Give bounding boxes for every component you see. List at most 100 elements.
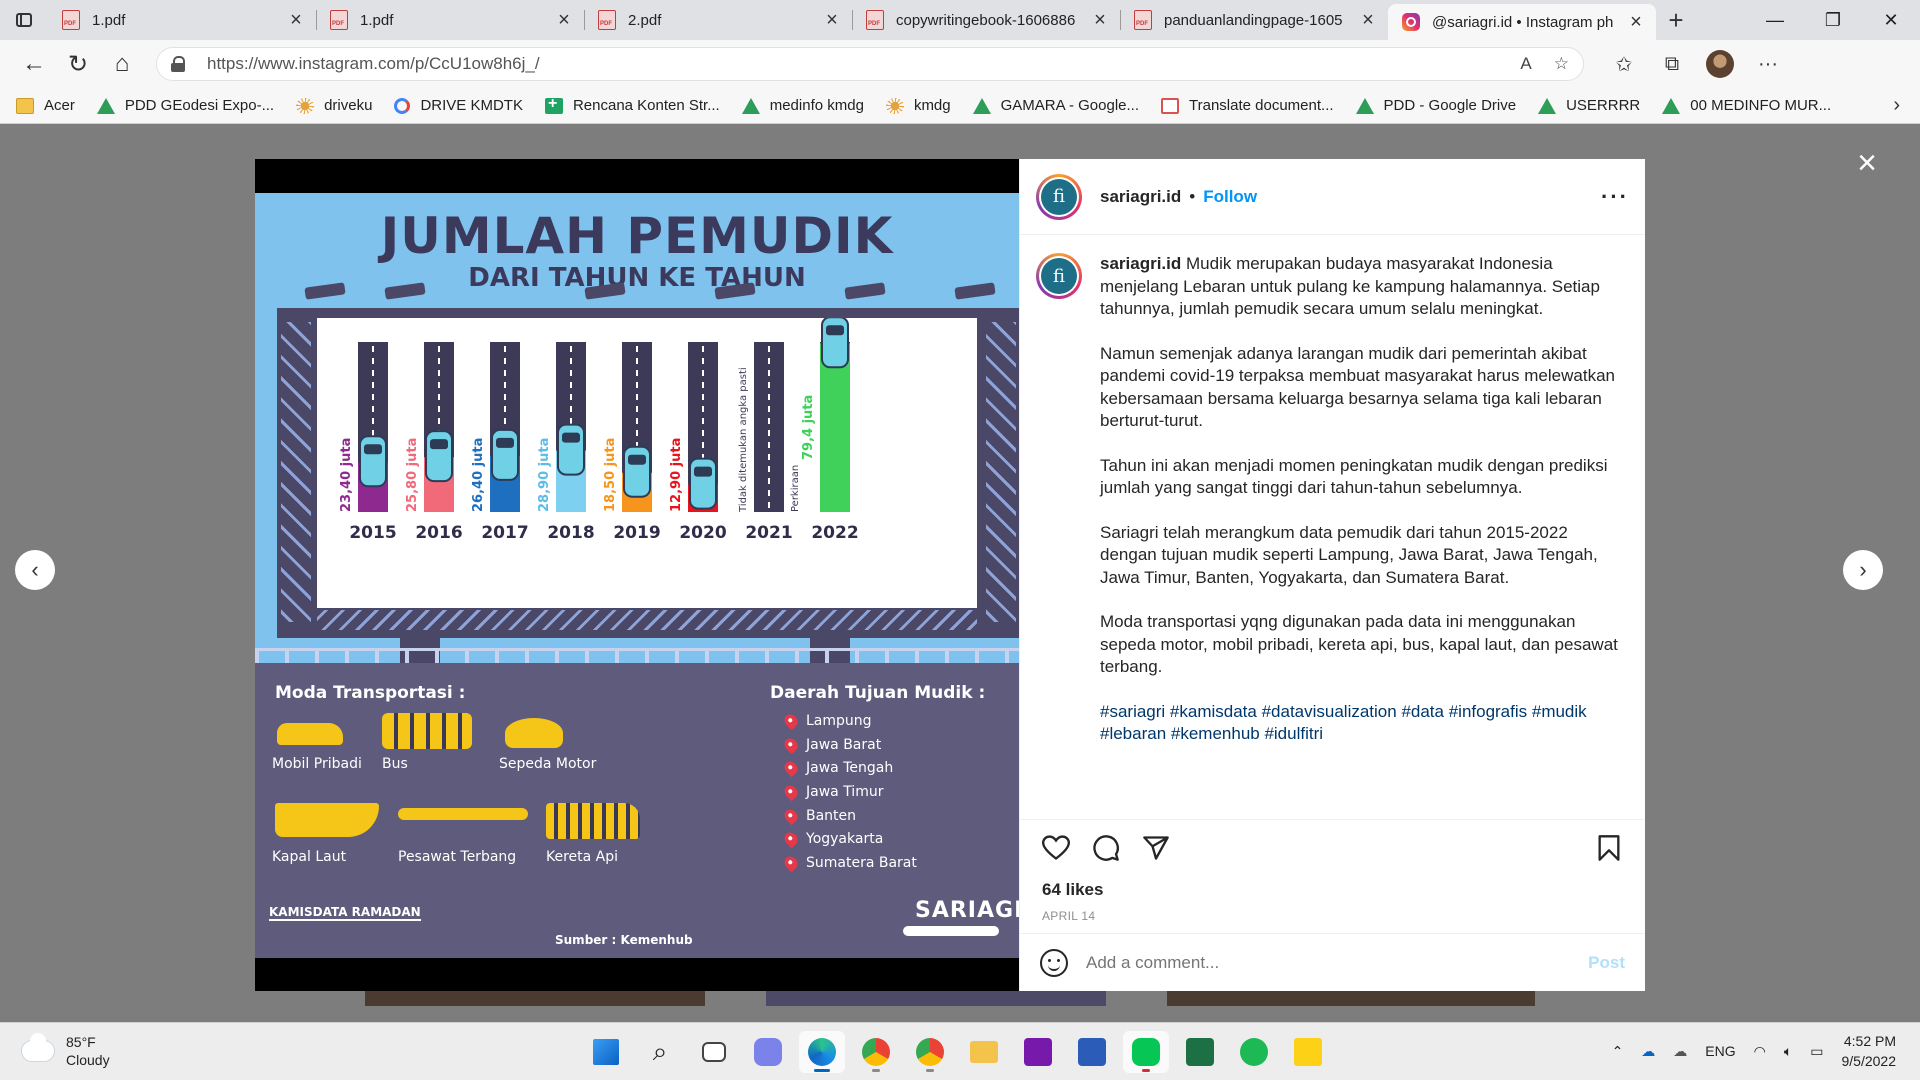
year-label: 2019 — [613, 523, 660, 543]
sticky-notes-app[interactable] — [1285, 1031, 1331, 1073]
weather-widget[interactable]: 85°F Cloudy — [22, 1033, 110, 1069]
word-app[interactable] — [1069, 1031, 1115, 1073]
minimize-button[interactable]: — — [1746, 0, 1804, 40]
bookmark-label: driveku — [324, 97, 373, 114]
read-aloud-icon[interactable]: A — [1520, 54, 1531, 74]
back-button[interactable]: ← — [12, 44, 56, 84]
avatar[interactable]: fi — [1036, 253, 1082, 299]
volume-icon[interactable]: 🔈︎ — [1784, 1043, 1792, 1060]
close-tab-icon[interactable]: × — [822, 9, 842, 32]
avatar[interactable]: fi — [1036, 173, 1082, 220]
car-windshield — [496, 437, 514, 448]
weather-condition: Cloudy — [66, 1052, 110, 1068]
follow-button[interactable]: Follow — [1203, 187, 1257, 207]
car-icon — [359, 435, 387, 488]
caption-area: fi sariagri.id Mudik merupakan budaya ma… — [1020, 235, 1645, 819]
battery-icon[interactable]: ▭ — [1810, 1043, 1823, 1060]
close-tab-icon[interactable]: × — [1358, 9, 1378, 32]
bookmark-item[interactable]: kmdg — [885, 97, 951, 114]
language-indicator[interactable]: ENG — [1705, 1043, 1735, 1059]
infographic-title: JUMLAH PEMUDIK — [380, 207, 894, 265]
close-window-button[interactable]: ✕ — [1862, 0, 1920, 40]
refresh-button[interactable]: ↻ — [56, 44, 100, 84]
edge-app[interactable] — [799, 1031, 845, 1073]
file-explorer-app[interactable] — [961, 1031, 1007, 1073]
chevron-right-icon[interactable]: › — [1893, 94, 1900, 117]
chevron-left-icon: ‹ — [31, 557, 39, 582]
tab-title: 1.pdf — [360, 11, 394, 29]
teams-chat-button[interactable] — [745, 1031, 791, 1073]
emoji-icon[interactable] — [1040, 948, 1068, 977]
comment-button[interactable] — [1086, 828, 1126, 868]
onenote-icon — [1024, 1038, 1052, 1066]
close-modal-icon[interactable]: × — [1852, 146, 1882, 180]
browser-tab[interactable]: copywritingebook-1606886 × — [852, 0, 1120, 40]
more-options-icon[interactable]: ··· — [1601, 184, 1629, 210]
post-comment-button[interactable]: Post — [1588, 953, 1625, 973]
excel-app[interactable] — [1177, 1031, 1223, 1073]
onenote-app[interactable] — [1015, 1031, 1061, 1073]
add-favorite-icon[interactable]: ☆ — [1554, 54, 1569, 74]
post-date: APRIL 14 — [1042, 909, 1096, 923]
bookmark-item[interactable]: GAMARA - Google... — [972, 97, 1139, 114]
bookmark-item[interactable]: medinfo kmdg — [741, 97, 864, 114]
browser-tab[interactable]: 1.pdf × — [316, 0, 584, 40]
cloud-sync-icon[interactable]: ☁ — [1673, 1043, 1687, 1060]
save-button[interactable] — [1589, 828, 1629, 868]
close-tab-icon[interactable]: × — [1090, 9, 1110, 32]
share-button[interactable] — [1136, 828, 1176, 868]
search-button[interactable]: ⌕ — [637, 1031, 683, 1073]
bookmark-item[interactable]: Translate document... — [1161, 97, 1334, 114]
bookmark-item[interactable]: driveku — [296, 97, 372, 114]
bookmark-item[interactable]: Acer — [16, 97, 75, 114]
bookmark-item[interactable]: DRIVE KMDTK — [394, 97, 523, 114]
infographic-subtitle: DARI TAHUN KE TAHUN — [468, 263, 806, 293]
tab-actions-button[interactable] — [0, 0, 48, 40]
start-button[interactable] — [583, 1031, 629, 1073]
bookmark-item[interactable]: PDD GEodesi Expo-... — [96, 97, 274, 114]
new-tab-button[interactable]: + — [1656, 0, 1696, 40]
chrome-app[interactable] — [853, 1031, 899, 1073]
profile-button[interactable] — [1698, 46, 1742, 82]
username-link[interactable]: sariagri.id — [1100, 187, 1181, 207]
browser-tab[interactable]: 2.pdf × — [584, 0, 852, 40]
onedrive-icon[interactable]: ☁ — [1641, 1043, 1655, 1060]
restore-button[interactable]: ❐ — [1804, 0, 1862, 40]
wifi-icon[interactable]: ◠ — [1754, 1043, 1766, 1060]
browser-tab-active[interactable]: @sariagri.id • Instagram ph × — [1388, 4, 1656, 40]
close-tab-icon[interactable]: × — [554, 9, 574, 32]
clock[interactable]: 4:52 PM 9/5/2022 — [1842, 1031, 1897, 1071]
transport-heading: Moda Transportasi : — [275, 683, 466, 703]
settings-more-icon[interactable]: ··· — [1746, 46, 1790, 82]
comment-input[interactable] — [1086, 952, 1589, 973]
heart-icon — [1042, 834, 1070, 860]
close-tab-icon[interactable]: × — [1626, 11, 1646, 34]
caption-username[interactable]: sariagri.id — [1100, 254, 1181, 273]
hashtags[interactable]: #sariagri #kamisdata #datavisualization … — [1100, 701, 1629, 746]
likes-count[interactable]: 64 likes — [1020, 875, 1645, 905]
close-tab-icon[interactable]: × — [286, 9, 306, 32]
previous-post-button[interactable]: ‹ — [15, 550, 55, 590]
collections-icon[interactable]: ⧉ — [1650, 46, 1694, 82]
sariagri-avatar-icon: fi — [1041, 178, 1077, 215]
chrome-profile-app[interactable] — [907, 1031, 953, 1073]
next-post-button[interactable]: › — [1843, 550, 1883, 590]
like-button[interactable] — [1036, 828, 1076, 868]
address-bar[interactable]: https://www.instagram.com/p/CcU1ow8h6j_/… — [156, 47, 1584, 81]
home-button[interactable]: ⌂ — [100, 44, 144, 84]
favorites-icon[interactable]: ✩ — [1602, 46, 1646, 82]
weather-text: 85°F Cloudy — [66, 1033, 110, 1069]
task-view-button[interactable] — [691, 1031, 737, 1073]
spotify-app[interactable] — [1231, 1031, 1277, 1073]
bookmark-item[interactable]: 00 MEDINFO MUR... — [1662, 97, 1831, 114]
bookmark-item[interactable]: Rencana Konten Str... — [544, 95, 720, 114]
bookmark-item[interactable]: USERRRR — [1538, 97, 1640, 114]
browser-tab[interactable]: panduanlandingpage-1605 × — [1120, 0, 1388, 40]
chevron-up-icon[interactable]: ⌃ — [1612, 1043, 1624, 1060]
line-app[interactable] — [1123, 1031, 1169, 1073]
taskbar: 85°F Cloudy ⌕ ⌃ ☁ ☁ ENG ◠ 🔈︎ ▭ 4:52 PM 9… — [0, 1022, 1920, 1080]
bookmark-item[interactable]: PDD - Google Drive — [1355, 97, 1516, 114]
browser-tab[interactable]: 1.pdf × — [48, 0, 316, 40]
caption-paragraph: sariagri.id Mudik merupakan budaya masya… — [1100, 253, 1629, 321]
car-windshield — [430, 439, 448, 450]
